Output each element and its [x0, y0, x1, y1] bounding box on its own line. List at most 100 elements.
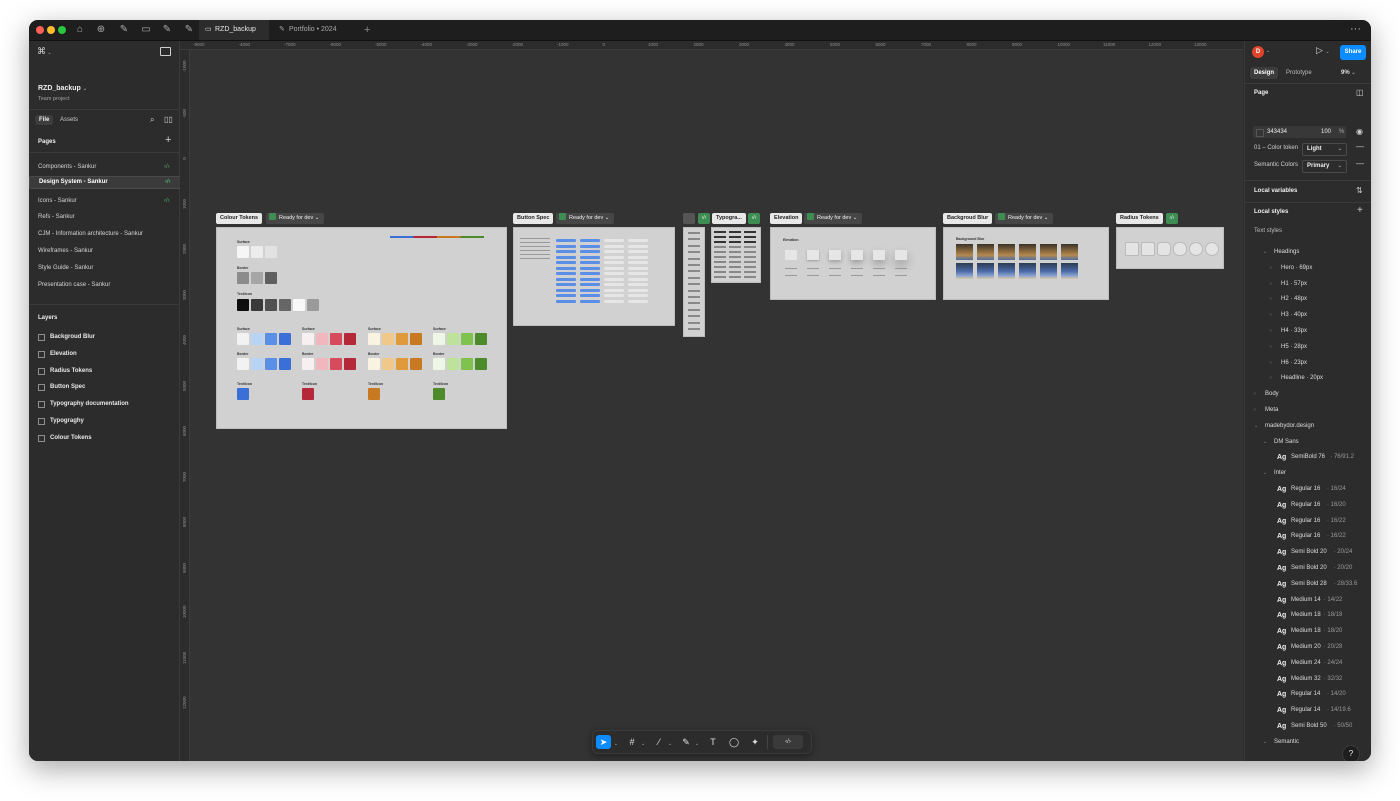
ready-for-dev-badge[interactable]: Ready for dev ⌄ [556, 213, 615, 224]
text-style-item[interactable]: Ag Medium 32 · 32/32 [1245, 672, 1371, 687]
text-style-item[interactable]: Ag Regular 16 · 16/22 [1245, 529, 1371, 544]
canvas[interactable]: -9000 -4000 -7000 -8000 -5000 -4000 -3000 -2000… [180, 41, 1243, 761]
tab-rzd-backup[interactable]: ▭RZD_backup✕ [199, 20, 269, 55]
chevron-down-icon[interactable]: ⌄ [1263, 245, 1267, 260]
page-item[interactable]: CJM - Information architecture - Sankur [29, 226, 179, 242]
page-item[interactable]: Refs - Sankur [29, 209, 179, 225]
comment-tool-icon[interactable]: ◯ [727, 735, 741, 749]
chevron-down-icon[interactable]: ⌄ [1263, 466, 1267, 481]
line-tool-menu-chevron-icon[interactable]: ⌄ [666, 735, 674, 749]
move-tool-icon[interactable]: ➤ [596, 735, 611, 749]
variables-settings-icon[interactable]: ⇅ [1356, 186, 1363, 195]
layer-item[interactable]: Radius Tokens [29, 363, 179, 379]
frame-label-typography-documentation[interactable] [683, 213, 695, 224]
help-button[interactable]: ? [1342, 745, 1360, 761]
text-style-item[interactable]: Ag Medium 20 · 20/28 [1245, 640, 1371, 655]
layer-item[interactable]: Typograghy [29, 413, 179, 429]
ready-for-dev-badge[interactable]: Ready for dev ⌄ [995, 213, 1054, 224]
frame-tool-icon[interactable]: # [625, 735, 639, 749]
dev-status-icon[interactable]: ‹/› [1166, 213, 1178, 224]
mode-select-semantic[interactable]: Primary ⌄ [1302, 160, 1347, 173]
move-tool-menu-chevron-icon[interactable]: ⌄ [612, 735, 620, 749]
frame-button-spec[interactable] [513, 227, 675, 326]
style-group[interactable]: › Hero · 69px [1245, 261, 1371, 276]
remove-mode-icon[interactable]: — [1356, 142, 1364, 151]
text-style-item[interactable]: Ag Semi Bold 20 · 20/24 [1245, 545, 1371, 560]
style-group[interactable]: ⌄ DM Sans [1245, 435, 1371, 450]
main-menu-button[interactable]: ⌘ ⌄ [37, 46, 52, 57]
text-style-item[interactable]: Ag Regular 16 · 16/20 [1245, 498, 1371, 513]
frame-tool-menu-chevron-icon[interactable]: ⌄ [639, 735, 647, 749]
text-style-item[interactable]: Ag Regular 14 · 14/20 [1245, 687, 1371, 702]
ready-for-dev-badge[interactable]: Ready for dev ⌄ [266, 213, 325, 224]
style-group[interactable]: › H5 · 28px [1245, 340, 1371, 355]
frame-label-background-blur[interactable]: Backgroud Blur [943, 213, 993, 224]
dev-status-icon[interactable]: ‹/› [698, 213, 710, 224]
board-tab-icon[interactable]: ▭ [136, 22, 156, 38]
text-style-item[interactable]: Ag Semi Bold 20 · 20/20 [1245, 561, 1371, 576]
tab-design[interactable]: Design [1250, 67, 1279, 79]
chevron-right-icon[interactable]: › [1270, 261, 1272, 276]
present-icon[interactable]: ▷ ⌄ [1316, 45, 1330, 56]
chevron-right-icon[interactable]: › [1270, 340, 1272, 355]
add-style-button[interactable]: + [1357, 205, 1363, 216]
style-group[interactable]: › H2 · 48px [1245, 292, 1371, 307]
page-item[interactable]: Components - Sankur ‹/› [29, 159, 179, 175]
home-icon[interactable]: ⌂ [70, 22, 90, 38]
remove-mode-icon[interactable]: — [1356, 159, 1364, 168]
layer-item[interactable]: Backgroud Blur [29, 329, 179, 345]
pen-tab-icon[interactable]: ✎ [114, 22, 134, 38]
frame-elevation[interactable]: Elevation [770, 227, 936, 300]
frame-label-colour-tokens[interactable]: Colour Tokens [216, 213, 263, 224]
style-group[interactable]: › Body [1245, 387, 1371, 402]
frame-typography-documentation[interactable] [683, 227, 705, 337]
chevron-right-icon[interactable]: › [1270, 277, 1272, 292]
style-group[interactable]: › H3 · 40px [1245, 308, 1371, 323]
style-group[interactable]: › Headline · 20px [1245, 371, 1371, 386]
pen-tool-icon[interactable]: ✎ [679, 735, 693, 749]
style-group[interactable]: › H4 · 33px [1245, 324, 1371, 339]
chevron-down-icon[interactable]: ⌄ [1263, 735, 1267, 750]
layer-item[interactable]: Colour Tokens [29, 430, 179, 446]
page-item[interactable]: Presentation case - Sankur [29, 277, 179, 293]
frame-colour-tokens[interactable]: Surface Border Text/Icon Surface Border Te… [216, 227, 507, 429]
text-style-item[interactable]: Ag Medium 18 · 18/18 [1245, 608, 1371, 623]
avatar-chevron-icon[interactable]: ⌄ [1266, 48, 1270, 54]
file-tab[interactable]: File [35, 115, 54, 125]
search-icon[interactable]: ⌕ [150, 115, 154, 125]
chevron-right-icon[interactable]: › [1270, 308, 1272, 323]
zoom-window-button[interactable] [58, 26, 66, 34]
project-name[interactable]: RZD_backup ⌄ [38, 85, 87, 92]
share-button[interactable]: Share [1340, 45, 1366, 60]
chevron-right-icon[interactable]: › [1254, 387, 1256, 402]
pen-tool-menu-chevron-icon[interactable]: ⌄ [693, 735, 701, 749]
frame-label-button-spec[interactable]: Button Spec [513, 213, 554, 224]
library-icon[interactable]: ▯▯ [164, 115, 173, 124]
style-group[interactable]: › H1 · 57px [1245, 277, 1371, 292]
minimize-window-button[interactable] [47, 26, 55, 34]
text-style-item[interactable]: Ag Semi Bold 28 · 28/33.6 [1245, 577, 1371, 592]
frame-typography[interactable] [711, 227, 761, 283]
page-item[interactable]: Design System - Sankur ‹/› [29, 175, 189, 189]
text-style-item[interactable]: Ag Regular 16 · 16/22 [1245, 514, 1371, 529]
close-window-button[interactable] [36, 26, 44, 34]
layer-item[interactable]: Button Spec [29, 379, 179, 395]
new-tab-button[interactable]: + [364, 20, 370, 40]
layer-item[interactable]: Typography documentation [29, 396, 179, 412]
dev-mode-toggle[interactable]: ‹/› [773, 735, 803, 749]
page-item[interactable]: Wireframes - Sankur [29, 243, 179, 259]
community-icon[interactable]: ⊕ [91, 22, 111, 38]
page-item[interactable]: Icons - Sankur ‹/› [29, 193, 179, 209]
layer-item[interactable]: Elevation [29, 346, 179, 362]
frame-label-typography[interactable]: Typogra... [712, 213, 746, 224]
style-group[interactable]: › Meta [1245, 403, 1371, 418]
line-tool-icon[interactable]: ⁄ [652, 735, 666, 749]
page-color-field[interactable]: 343434 100 % [1253, 126, 1346, 138]
zoom-level[interactable]: 9% ⌄ [1341, 67, 1356, 79]
frame-background-blur[interactable]: Background Blur [943, 227, 1109, 300]
pen-tab-icon-3[interactable]: ✎ [179, 22, 199, 38]
actions-tool-icon[interactable]: ✦ [748, 735, 762, 749]
text-style-item[interactable]: Ag Medium 18 · 18/20 [1245, 624, 1371, 639]
hide-page-icon[interactable]: ◫ [1356, 88, 1364, 97]
chevron-right-icon[interactable]: › [1254, 403, 1256, 418]
